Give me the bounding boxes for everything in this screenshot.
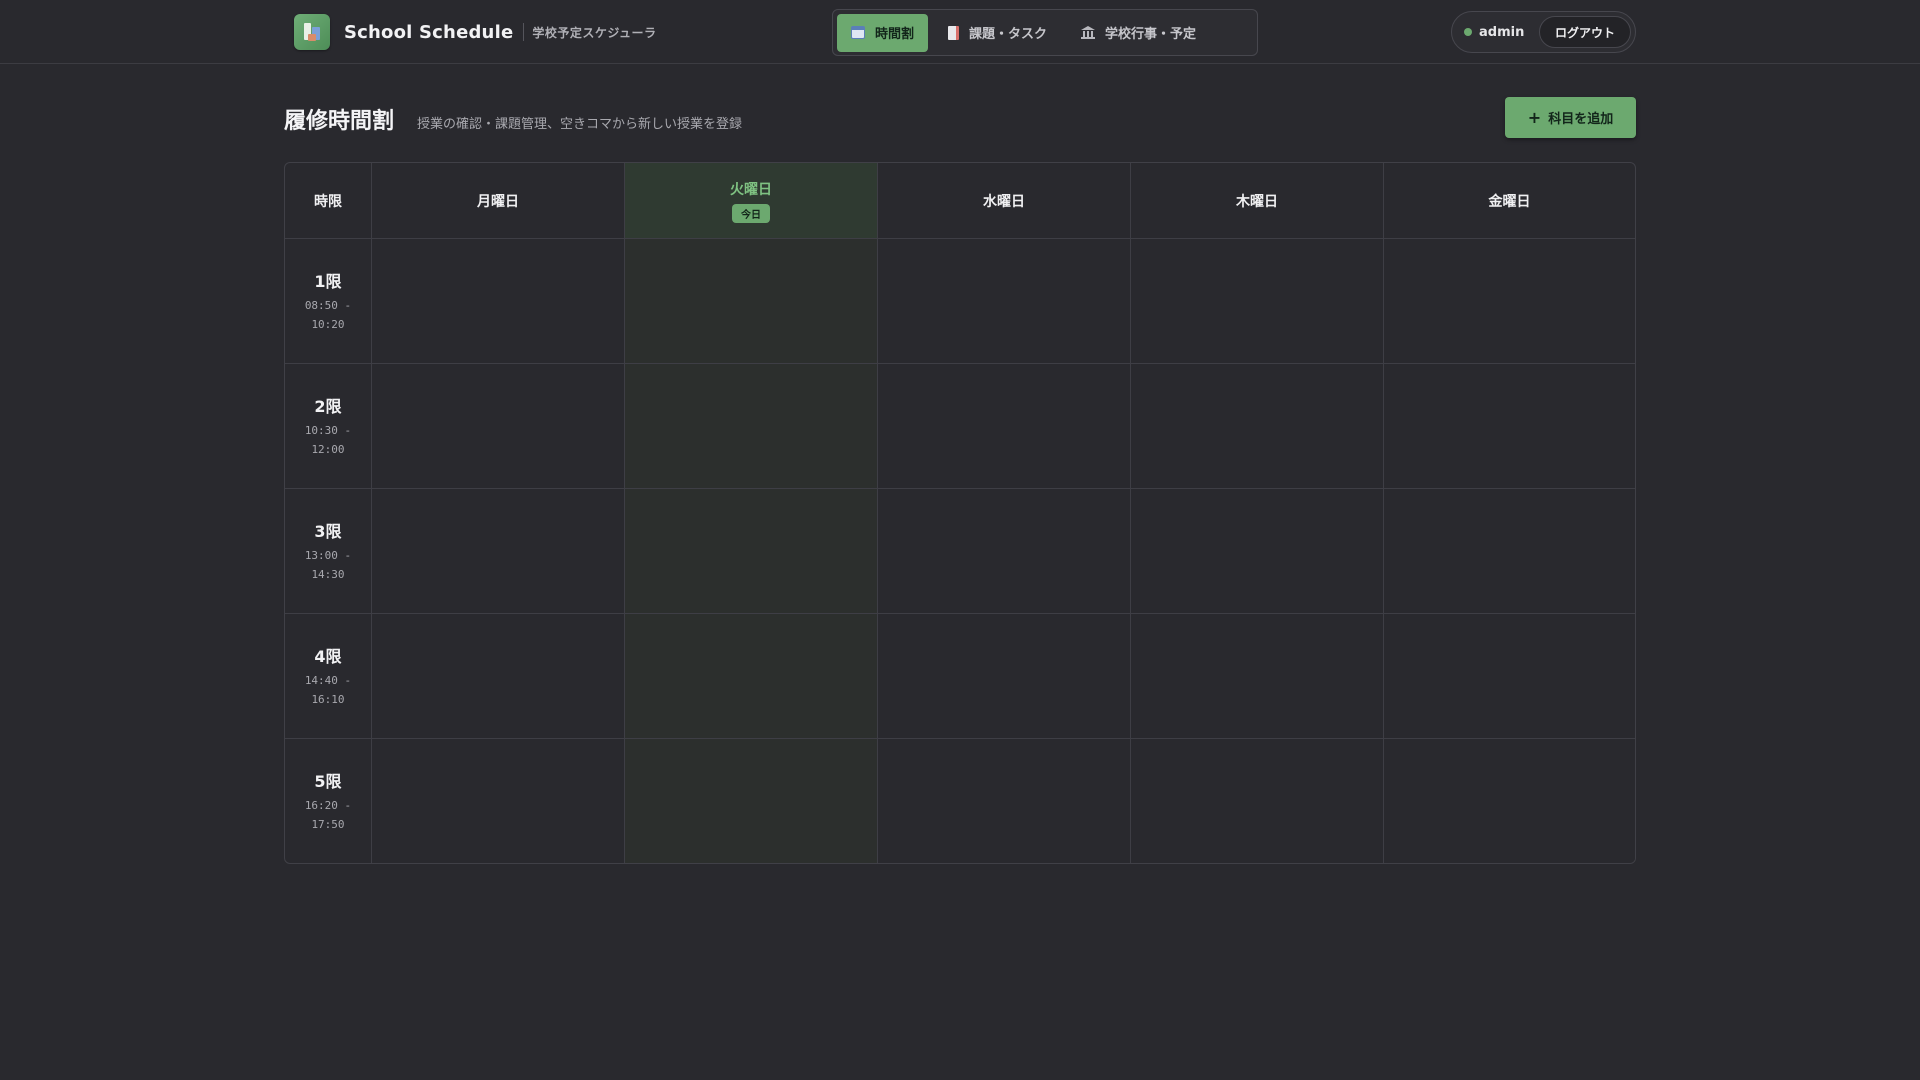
period-end-time: 17:50 xyxy=(311,818,345,831)
period-start-time: 10:30 - xyxy=(304,424,352,437)
nav-tab-events[interactable]: 学校行事・予定 xyxy=(1067,14,1210,52)
empty-slot-mon-3[interactable] xyxy=(372,489,625,614)
empty-slot-fri-5[interactable] xyxy=(1384,739,1635,863)
period-end-time: 12:00 xyxy=(311,443,345,456)
empty-slot-mon-5[interactable] xyxy=(372,739,625,863)
nav-tab-label: 時間割 xyxy=(875,27,915,42)
top-bar: School Schedule 学校予定スケジューラ 時間割 課題・タスク 学校… xyxy=(0,0,1920,64)
add-subject-label: 科目を追加 xyxy=(1548,112,1614,127)
period-end-time: 14:30 xyxy=(311,568,345,581)
building-icon xyxy=(1081,26,1096,39)
day-label: 水曜日 xyxy=(983,193,1025,210)
app-subtitle: 学校予定スケジューラ xyxy=(532,25,657,40)
period-name: 3限 xyxy=(314,522,342,541)
calendar-icon xyxy=(851,26,865,39)
empty-slot-thu-5[interactable] xyxy=(1131,739,1384,863)
empty-slot-tue-2[interactable] xyxy=(625,364,878,489)
period-name: 2限 xyxy=(314,397,342,416)
online-status-icon xyxy=(1464,28,1472,36)
period-end-time: 16:10 xyxy=(311,693,345,706)
empty-slot-wed-5[interactable] xyxy=(878,739,1131,863)
period-2-label: 2限 10:30 - 12:00 xyxy=(285,364,372,489)
period-5-label: 5限 16:20 - 17:50 xyxy=(285,739,372,863)
empty-slot-tue-4[interactable] xyxy=(625,614,878,739)
day-label: 火曜日 xyxy=(730,181,772,198)
empty-slot-mon-1[interactable] xyxy=(372,239,625,364)
day-header-tuesday: 火曜日 今日 xyxy=(625,163,878,239)
day-header-thursday: 木曜日 xyxy=(1131,163,1384,239)
day-label: 木曜日 xyxy=(1236,193,1278,210)
period-name: 5限 xyxy=(314,772,342,791)
empty-slot-tue-5[interactable] xyxy=(625,739,878,863)
add-subject-button[interactable]: + 科目を追加 xyxy=(1505,97,1636,138)
period-start-time: 13:00 - xyxy=(304,549,352,562)
empty-slot-fri-3[interactable] xyxy=(1384,489,1635,614)
logout-button[interactable]: ログアウト xyxy=(1539,16,1631,48)
day-label: 月曜日 xyxy=(477,193,519,210)
day-header-wednesday: 水曜日 xyxy=(878,163,1131,239)
user-box: admin ログアウト xyxy=(1451,11,1636,53)
app-title: School Schedule xyxy=(344,21,514,43)
page-description: 授業の確認・課題管理、空きコマから新しい授業を登録 xyxy=(417,117,743,132)
period-start-time: 14:40 - xyxy=(304,674,352,687)
empty-slot-fri-4[interactable] xyxy=(1384,614,1635,739)
brand-divider xyxy=(523,23,525,41)
empty-slot-mon-2[interactable] xyxy=(372,364,625,489)
page-title: 履修時間割 xyxy=(284,109,395,134)
empty-slot-thu-4[interactable] xyxy=(1131,614,1384,739)
empty-slot-wed-4[interactable] xyxy=(878,614,1131,739)
empty-slot-wed-1[interactable] xyxy=(878,239,1131,364)
timetable-grid: 時限 月曜日 火曜日 今日 水曜日 木曜日 金曜日 1限 08:50 - 10:… xyxy=(284,162,1636,864)
main-nav: 時間割 課題・タスク 学校行事・予定 xyxy=(832,9,1258,56)
nav-tab-tasks[interactable]: 課題・タスク xyxy=(934,14,1061,52)
empty-slot-fri-1[interactable] xyxy=(1384,239,1635,364)
period-start-time: 08:50 - xyxy=(304,299,352,312)
period-end-time: 10:20 xyxy=(311,318,345,331)
page-header: 履修時間割 授業の確認・課題管理、空きコマから新しい授業を登録 + 科目を追加 xyxy=(284,97,1636,139)
period-column-header: 時限 xyxy=(285,163,372,239)
empty-slot-thu-3[interactable] xyxy=(1131,489,1384,614)
period-start-time: 16:20 - xyxy=(304,799,352,812)
empty-slot-mon-4[interactable] xyxy=(372,614,625,739)
period-name: 4限 xyxy=(314,647,342,666)
day-label: 金曜日 xyxy=(1488,193,1531,210)
nav-tab-label: 課題・タスク xyxy=(969,27,1048,42)
empty-slot-tue-3[interactable] xyxy=(625,489,878,614)
brand[interactable]: School Schedule 学校予定スケジューラ xyxy=(294,14,657,50)
period-3-label: 3限 13:00 - 14:30 xyxy=(285,489,372,614)
day-header-friday: 金曜日 xyxy=(1384,163,1635,239)
empty-slot-fri-2[interactable] xyxy=(1384,364,1635,489)
empty-slot-wed-3[interactable] xyxy=(878,489,1131,614)
period-4-label: 4限 14:40 - 16:10 xyxy=(285,614,372,739)
document-icon xyxy=(948,25,960,40)
plus-icon: + xyxy=(1527,107,1542,127)
app-logo-icon xyxy=(294,14,330,50)
nav-tab-label: 学校行事・予定 xyxy=(1105,27,1197,42)
day-header-monday: 月曜日 xyxy=(372,163,625,239)
empty-slot-thu-1[interactable] xyxy=(1131,239,1384,364)
empty-slot-thu-2[interactable] xyxy=(1131,364,1384,489)
period-1-label: 1限 08:50 - 10:20 xyxy=(285,239,372,364)
username: admin xyxy=(1479,24,1525,40)
today-badge: 今日 xyxy=(732,203,770,223)
period-name: 1限 xyxy=(314,272,342,291)
empty-slot-wed-2[interactable] xyxy=(878,364,1131,489)
nav-tab-timetable[interactable]: 時間割 xyxy=(837,13,929,52)
empty-slot-tue-1[interactable] xyxy=(625,239,878,364)
